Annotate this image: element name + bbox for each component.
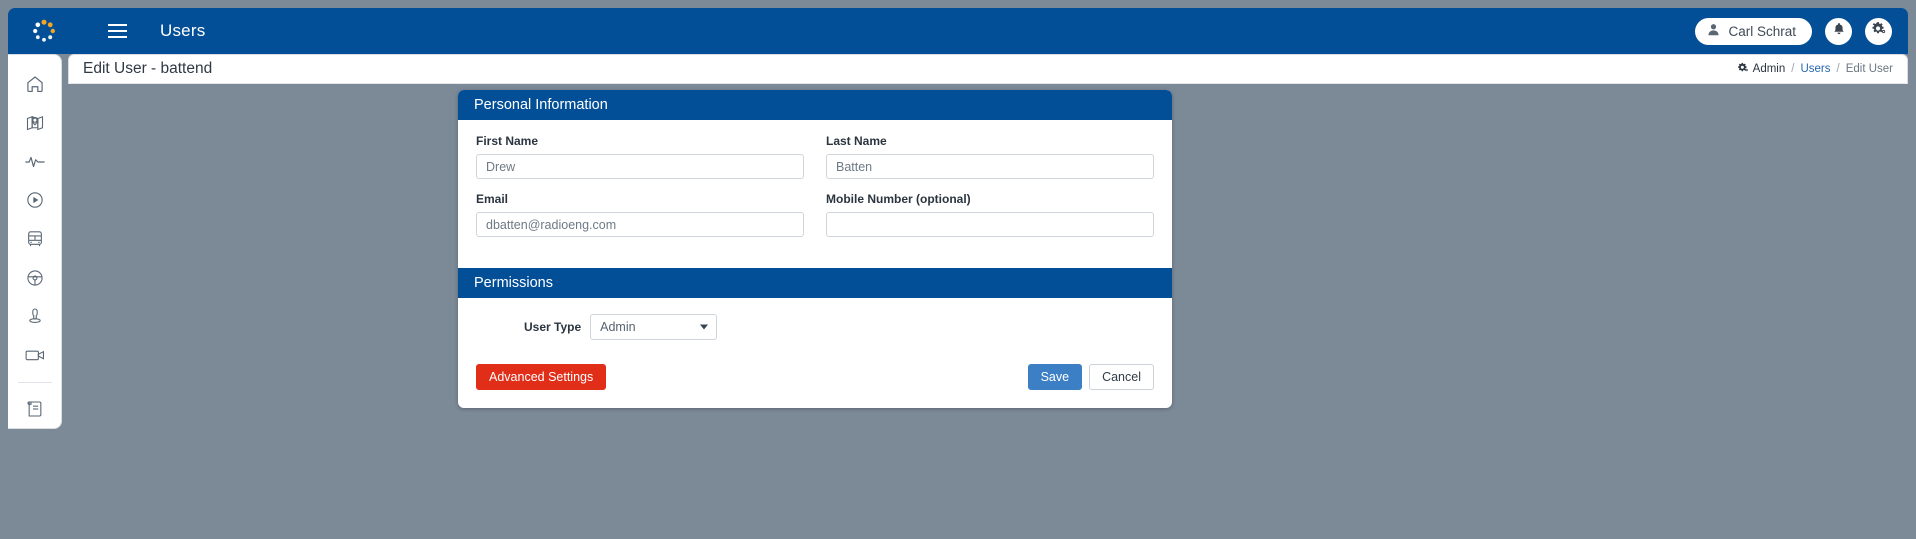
permissions-body: User Type Admin [458,298,1172,346]
sidebar-item-reports[interactable] [8,389,62,428]
breadcrumb-link-users[interactable]: Users [1800,63,1830,75]
user-icon [1707,23,1720,39]
sidebar-item-playback[interactable] [8,181,62,220]
bus-icon [25,229,45,249]
top-navigation-bar: Users Carl Schrat [8,8,1908,54]
breadcrumb: Admin / Users / Edit User [1737,62,1893,77]
user-type-selected-value: Admin [600,320,636,334]
breadcrumb-separator-2: / [1836,63,1840,75]
email-group: Email [476,192,804,237]
page-title: Edit User - battend [83,60,213,77]
hamburger-menu-icon[interactable] [102,16,132,46]
mobile-number-label: Mobile Number (optional) [826,192,971,206]
first-name-input[interactable] [476,154,804,179]
user-type-label: User Type [524,320,582,334]
page-header-bar: Edit User - battend Admin / Users / Edit… [68,54,1908,84]
sidebar-item-vehicles[interactable] [8,220,62,259]
name-row: First Name Last Name [476,134,1154,179]
mobile-number-group: Mobile Number (optional) [826,192,1154,237]
advanced-settings-button[interactable]: Advanced Settings [476,364,607,390]
user-type-select-wrap: Admin [590,314,718,340]
sidebar-item-drivers[interactable] [8,258,62,297]
steering-wheel-icon [25,268,45,288]
settings-button[interactable] [1865,17,1892,45]
topbar-title: Users [160,21,206,40]
topbar-actions: Carl Schrat [1695,17,1892,45]
last-name-label: Last Name [826,134,887,148]
map-marker-icon [25,113,45,133]
breadcrumb-root-label: Admin [1752,63,1786,75]
pulse-activity-icon [24,152,46,172]
personal-information-header: Personal Information [458,90,1172,120]
user-chip-label: Carl Schrat [1728,23,1796,39]
sidebar-divider [17,382,52,384]
card-footer: Advanced Settings Save Cancel [458,346,1172,408]
gear-cogs-icon [1737,62,1749,77]
brand-logo[interactable] [16,8,72,54]
spinner-logo-icon [31,18,57,44]
sidebar-item-activity[interactable] [8,142,62,181]
user-type-row: User Type Admin [476,314,1154,340]
app-window: Users Carl Schrat Edit User - battend Ad… [0,0,1916,539]
left-sidebar [8,54,62,429]
gear-icon [1871,21,1886,41]
last-name-group: Last Name [826,134,1154,179]
user-account-chip[interactable]: Carl Schrat [1695,17,1812,45]
play-circle-icon [25,190,45,210]
notifications-button[interactable] [1825,17,1852,45]
book-journal-icon [25,399,45,419]
edit-user-card: Personal Information First Name Last Nam… [458,90,1172,408]
user-type-select[interactable]: Admin [590,314,718,340]
cancel-button[interactable]: Cancel [1089,364,1154,390]
person-pin-icon [25,306,45,326]
video-camera-icon [24,346,46,364]
mobile-number-input[interactable] [826,212,1154,237]
sidebar-item-map[interactable] [8,104,62,143]
first-name-label: First Name [476,134,539,148]
breadcrumb-current: Edit User [1845,63,1893,75]
home-icon [25,74,45,94]
save-button[interactable]: Save [1027,364,1083,390]
sidebar-item-home[interactable] [8,65,62,104]
email-label: Email [476,192,509,206]
bell-icon [1832,22,1846,41]
first-name-group: First Name [476,134,804,179]
footer-action-group: Save Cancel [1027,364,1154,390]
permissions-header: Permissions [458,268,1172,298]
breadcrumb-root[interactable]: Admin [1737,62,1786,77]
sidebar-item-cameras[interactable] [8,336,62,375]
last-name-input[interactable] [826,154,1154,179]
personal-information-body: First Name Last Name Email Mobile Number… [458,120,1172,268]
sidebar-item-passengers[interactable] [8,297,62,336]
contact-row: Email Mobile Number (optional) [476,192,1154,237]
breadcrumb-separator-1: / [1791,63,1795,75]
email-input[interactable] [476,212,804,237]
